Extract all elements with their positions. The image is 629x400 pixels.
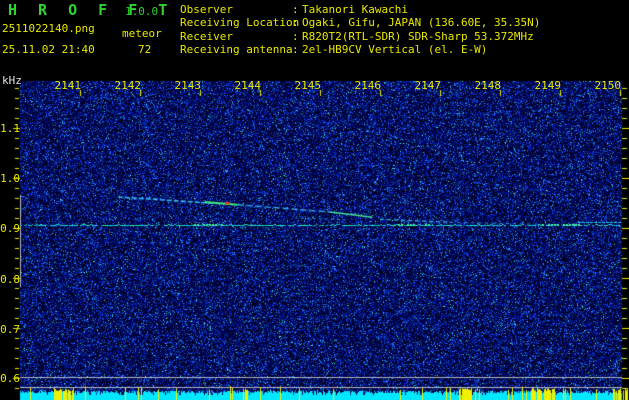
spectrogram-canvas: [0, 0, 629, 400]
hrofft-output-image: H R O F F T 1.0.0 2511022140.png meteor …: [0, 0, 629, 400]
y-tick-label: 1.0: [0, 172, 20, 185]
observation-datetime: 25.11.02 21:40: [2, 43, 95, 56]
y-tick-label: 0.7: [0, 323, 20, 336]
info-separator: :: [292, 29, 299, 43]
info-value: 2el-HB9CV Vertical (el. E-W): [302, 43, 488, 57]
info-value: R820T2(RTL-SDR) SDR-Sharp 53.372MHz: [302, 29, 534, 43]
x-tick-label: 2146: [354, 79, 382, 92]
x-tick-label: 2148: [474, 79, 502, 92]
x-tick-label: 2149: [534, 79, 562, 92]
x-tick-label: 2150: [594, 79, 622, 92]
observation-mode: meteor: [122, 27, 162, 40]
app-version: 1.0.0: [125, 5, 159, 18]
info-row-location: Receiving Location: Ogaki, Gifu, JAPAN (1…: [180, 16, 540, 29]
x-tick-label: 2147: [414, 79, 442, 92]
info-label: Receiving antenna: [180, 43, 293, 57]
info-row-antenna: Receiving antenna: 2el-HB9CV Vertical (el…: [180, 43, 540, 56]
info-value: Takanori Kawachi: [302, 3, 408, 16]
output-filename: 2511022140.png: [2, 22, 95, 35]
x-tick-label: 2142: [114, 79, 142, 92]
y-tick-label: 0.6: [0, 372, 20, 385]
info-separator: :: [292, 3, 299, 16]
info-value: Ogaki, Gifu, JAPAN (136.60E, 35.35N): [302, 16, 541, 30]
y-tick-label: 0.8: [0, 273, 20, 286]
info-row-receiver: Receiver: R820T2(RTL-SDR) SDR-Sharp 53.37…: [180, 30, 540, 43]
y-axis-unit-label: kHz: [2, 74, 22, 87]
y-tick-label: 1.1: [0, 122, 20, 135]
info-label: Receiver: [180, 29, 233, 43]
info-separator: :: [292, 16, 299, 30]
x-tick-label: 2145: [294, 79, 322, 92]
station-info: Observer: Takanori Kawachi Receiving Loca…: [180, 3, 540, 57]
info-row-observer: Observer: Takanori Kawachi: [180, 3, 540, 16]
y-tick-label: 0.9: [0, 222, 20, 235]
echo-count: 72: [138, 43, 152, 56]
info-label: Receiving Location: [180, 16, 300, 30]
x-tick-label: 2141: [54, 79, 82, 92]
x-tick-label: 2143: [174, 79, 202, 92]
info-label: Observer: [180, 3, 233, 16]
info-separator: :: [292, 43, 299, 57]
x-tick-label: 2144: [234, 79, 262, 92]
